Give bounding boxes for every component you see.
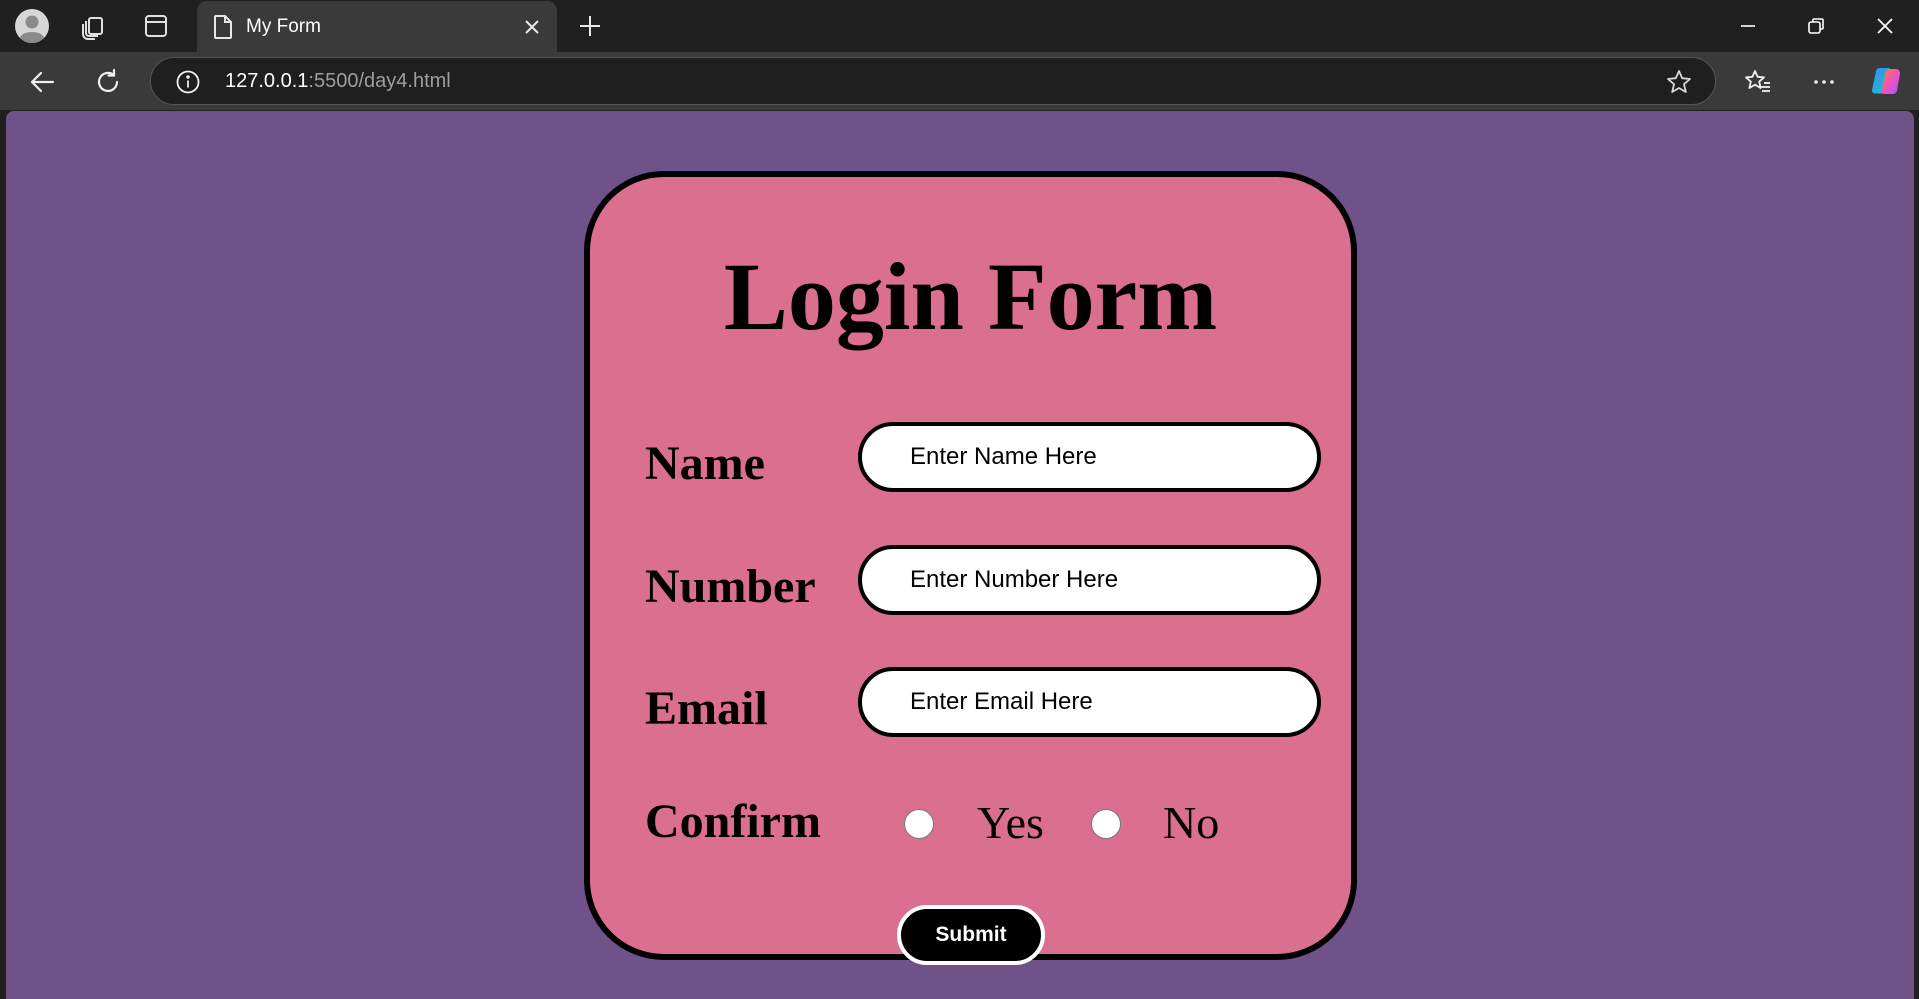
reload-icon[interactable] [90,64,126,100]
browser-toolbar: 127.0.0.1:5500/day4.html [0,52,1919,110]
tab-title: My Form [246,16,321,37]
document-icon [211,14,235,40]
url-host: 127.0.0.1 [225,70,309,92]
login-form-card: Login Form Name Number Email Confirm Yes… [584,171,1357,965]
name-label: Name [645,437,765,490]
submit-button[interactable]: Submit [897,905,1045,965]
restore-icon[interactable] [1798,10,1834,42]
tab-my-form[interactable]: My Form [197,1,557,52]
workspaces-icon[interactable] [78,10,110,42]
form-title: Login Form [723,243,1218,350]
vertical-tabs-icon[interactable] [140,10,172,42]
star-icon[interactable] [1665,68,1693,96]
number-input[interactable] [858,545,1321,615]
arrow-left-icon[interactable] [24,64,60,100]
minimize-icon[interactable] [1730,10,1766,42]
browser-tab-bar: My Form [0,0,1919,52]
close-icon[interactable] [520,15,544,39]
confirm-no-label: No [1163,797,1220,848]
email-label: Email [645,682,768,735]
confirm-label: Confirm [645,795,821,848]
profile-icon[interactable] [14,8,50,44]
address-bar[interactable]: 127.0.0.1:5500/day4.html [150,57,1716,105]
confirm-yes-label: Yes [977,797,1044,848]
confirm-yes-radio[interactable] [904,809,934,839]
page-viewport: Login Form Name Number Email Confirm Yes… [6,111,1914,999]
url-path: :5500/day4.html [308,70,451,92]
info-icon[interactable] [175,69,201,95]
confirm-no-radio[interactable] [1091,809,1121,839]
email-input[interactable] [858,667,1321,737]
name-input[interactable] [858,422,1321,492]
window-close-icon[interactable] [1867,10,1903,42]
favorites-icon[interactable] [1740,64,1776,100]
number-label: Number [645,560,816,613]
copilot-icon[interactable] [1868,62,1906,100]
more-icon[interactable] [1806,64,1842,100]
plus-icon[interactable] [574,10,606,42]
url-text: 127.0.0.1:5500/day4.html [225,70,451,93]
